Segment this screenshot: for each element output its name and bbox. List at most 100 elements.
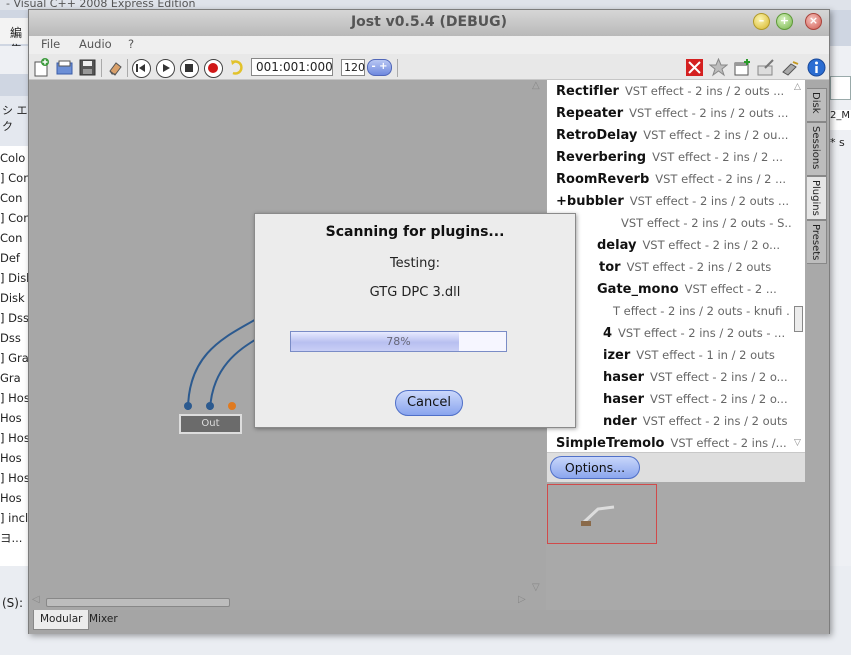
- input-pin-right[interactable]: [206, 402, 214, 410]
- bpm-field[interactable]: 120: [341, 59, 365, 76]
- tab-mixer[interactable]: Mixer: [83, 610, 124, 630]
- tab-disk-label: Disk: [810, 92, 821, 114]
- toolbar-separator: [127, 59, 128, 77]
- plugin-row[interactable]: VST effect - 2 ins / 2 outs - S...: [615, 212, 795, 234]
- scroll-up-icon[interactable]: △: [532, 80, 540, 91]
- stop-button[interactable]: [180, 59, 199, 78]
- tab-plugins-label: Plugins: [810, 180, 821, 216]
- tab-sessions[interactable]: Sessions: [807, 122, 827, 176]
- ide-solution-label: シ エク: [0, 96, 30, 146]
- plugin-name: RetroDelay: [556, 128, 638, 143]
- tab-presets[interactable]: Presets: [807, 220, 827, 264]
- bpm-spinner[interactable]: - +: [367, 59, 392, 76]
- plugin-row[interactable]: 4 VST effect - 2 ins / 2 outs - ...: [603, 322, 785, 344]
- tab-modular[interactable]: Modular: [33, 610, 90, 630]
- tab-sessions-label: Sessions: [810, 126, 821, 170]
- minimize-button[interactable]: –: [753, 13, 770, 30]
- plugin-desc: VST effect - 2 ...: [684, 282, 777, 296]
- window-titlebar[interactable]: Jost v0.5.4 (DEBUG) – + ×: [29, 10, 829, 36]
- plugin-row[interactable]: haser VST effect - 2 ins / 2 o...: [603, 388, 788, 410]
- ide-status-text: (S):: [2, 596, 24, 610]
- record-button[interactable]: [204, 59, 223, 78]
- open-icon[interactable]: [55, 58, 74, 77]
- plugin-row[interactable]: SimpleTremolo VST effect - 2 ins /...: [556, 432, 787, 452]
- plugin-row[interactable]: RoomReverb VST effect - 2 ins / 2 ...: [556, 168, 786, 190]
- plugin-name: izer: [603, 348, 631, 363]
- plugin-name: delay: [597, 238, 637, 253]
- options-button[interactable]: Options...: [550, 456, 640, 479]
- save-icon[interactable]: [78, 58, 97, 77]
- canvas-horizontal-scrollbar[interactable]: ◁ ▷: [30, 594, 544, 608]
- plugin-list-scrollbar[interactable]: △ ▽: [791, 80, 805, 452]
- tab-disk[interactable]: Disk: [807, 88, 827, 122]
- ide-right-tab[interactable]: * s: [830, 136, 845, 149]
- scroll-right-icon[interactable]: ▷: [518, 594, 526, 605]
- plugin-desc: VST effect - 2 ins / 2 ...: [652, 150, 783, 164]
- plugin-desc: VST effect - 2 ins / 2 outs ...: [629, 106, 789, 120]
- star-icon[interactable]: [709, 58, 728, 77]
- cancel-button[interactable]: Cancel: [395, 390, 463, 416]
- dialog-title: Scanning for plugins...: [325, 224, 505, 240]
- close-icon: ×: [808, 14, 819, 27]
- plugin-desc: VST effect - 2 ins / 2 o...: [650, 392, 788, 406]
- scroll-left-icon[interactable]: ◁: [32, 594, 40, 605]
- plugin-list-footer: Options...: [547, 452, 805, 482]
- scroll-down-icon[interactable]: ▽: [532, 582, 540, 593]
- add-window-icon[interactable]: [733, 58, 752, 77]
- tab-plugins[interactable]: Plugins: [807, 176, 827, 220]
- play-button[interactable]: [156, 59, 175, 78]
- plugin-desc: T effect - 2 ins / 2 outs - knufi ...: [613, 304, 798, 318]
- input-pin-left[interactable]: [184, 402, 192, 410]
- scroll-down-icon[interactable]: ▽: [794, 438, 801, 448]
- plugin-row[interactable]: tor VST effect - 2 ins / 2 outs: [599, 256, 771, 278]
- plugin-desc: VST effect - 2 ins / 2 outs: [642, 414, 788, 428]
- scrollbar-thumb[interactable]: [794, 306, 803, 332]
- plugin-desc: VST effect - 2 ins /...: [670, 436, 787, 450]
- plugin-row[interactable]: RetroDelay VST effect - 2 ins / 2 ou...: [556, 124, 788, 146]
- loop-icon[interactable]: [228, 58, 247, 77]
- position-field[interactable]: 001:001:000: [251, 58, 333, 76]
- plugin-row[interactable]: delay VST effect - 2 ins / 2 o...: [597, 234, 780, 256]
- dialog-file-name: GTG DPC 3.dll: [369, 285, 461, 300]
- scrollbar-thumb[interactable]: [46, 598, 230, 607]
- menu-file[interactable]: File: [41, 37, 60, 51]
- plugin-name: RectifIer: [556, 84, 619, 99]
- plugin-row[interactable]: T effect - 2 ins / 2 outs - knufi ...: [607, 300, 797, 322]
- new-icon[interactable]: [32, 58, 51, 77]
- plugin-row[interactable]: nder VST effect - 2 ins / 2 outs: [603, 410, 787, 432]
- plugin-desc: VST effect - 2 ins / 2 ...: [655, 172, 787, 186]
- output-node[interactable]: Out: [179, 414, 242, 434]
- eraser-icon[interactable]: [106, 58, 125, 77]
- progress-text: 78%: [386, 335, 411, 348]
- maximize-icon: +: [779, 14, 790, 27]
- plugin-row[interactable]: izer VST effect - 1 in / 2 outs: [603, 344, 775, 366]
- window-title: Jost v0.5.4 (DEBUG): [350, 14, 508, 30]
- scan-progress-bar: 78%: [290, 331, 507, 352]
- plugin-name: +bubbler: [556, 194, 624, 209]
- ide-right-text: 2_M: [830, 110, 851, 130]
- midi-pin[interactable]: [228, 402, 236, 410]
- plug-icon[interactable]: [781, 58, 800, 77]
- menu-help[interactable]: ?: [128, 37, 134, 51]
- plugin-name: 4: [603, 326, 613, 341]
- plugin-row[interactable]: Repeater VST effect - 2 ins / 2 outs ...: [556, 102, 788, 124]
- plugin-row[interactable]: Reverbering VST effect - 2 ins / 2 ...: [556, 146, 783, 168]
- ide-menu-edit[interactable]: 編集: [0, 18, 30, 57]
- cable-icon[interactable]: [757, 58, 776, 77]
- play-icon: [163, 64, 170, 72]
- fullscreen-icon[interactable]: [685, 58, 704, 77]
- menu-audio[interactable]: Audio: [79, 37, 112, 51]
- plugin-row[interactable]: RectifIer VST effect - 2 ins / 2 outs ...: [556, 80, 784, 102]
- toolbar-separator: [397, 59, 398, 77]
- close-button[interactable]: ×: [805, 13, 822, 30]
- rewind-button[interactable]: [132, 59, 151, 78]
- tab-presets-label: Presets: [810, 224, 821, 261]
- menu-bar: File Audio ?: [29, 36, 829, 54]
- plugin-row[interactable]: Gate_mono VST effect - 2 ...: [597, 278, 777, 300]
- plugin-row[interactable]: +bubbler VST effect - 2 ins / 2 outs ...: [556, 190, 789, 212]
- maximize-button[interactable]: +: [776, 13, 793, 30]
- info-icon[interactable]: [807, 58, 826, 77]
- plugin-row[interactable]: haser VST effect - 2 ins / 2 o...: [603, 366, 788, 388]
- plugin-preview: [547, 484, 657, 544]
- scroll-up-icon[interactable]: △: [794, 82, 801, 92]
